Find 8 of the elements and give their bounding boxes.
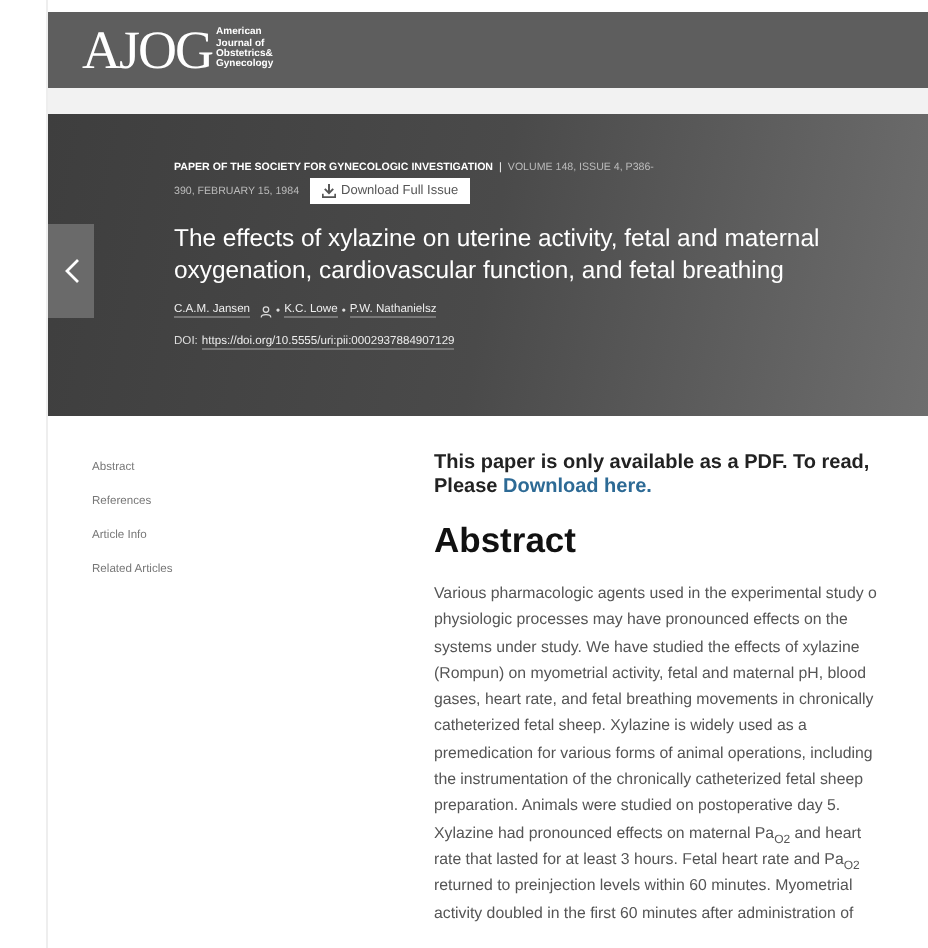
chevron-left-icon bbox=[63, 258, 79, 284]
back-button[interactable] bbox=[48, 224, 94, 318]
download-icon bbox=[321, 184, 336, 198]
article-title: The effects of xylazine on uterine activity, fetal and maternal oxygenation, cardiovascular function, and fetal breathing bbox=[174, 222, 820, 286]
journal-logo[interactable]: AJOG bbox=[82, 23, 213, 77]
download-link[interactable]: Download here. bbox=[502, 476, 652, 498]
pdf-notice: This paper is only available as a PDF. To read, Please Download here. bbox=[434, 452, 872, 500]
section-heading: Abstract bbox=[434, 520, 578, 562]
